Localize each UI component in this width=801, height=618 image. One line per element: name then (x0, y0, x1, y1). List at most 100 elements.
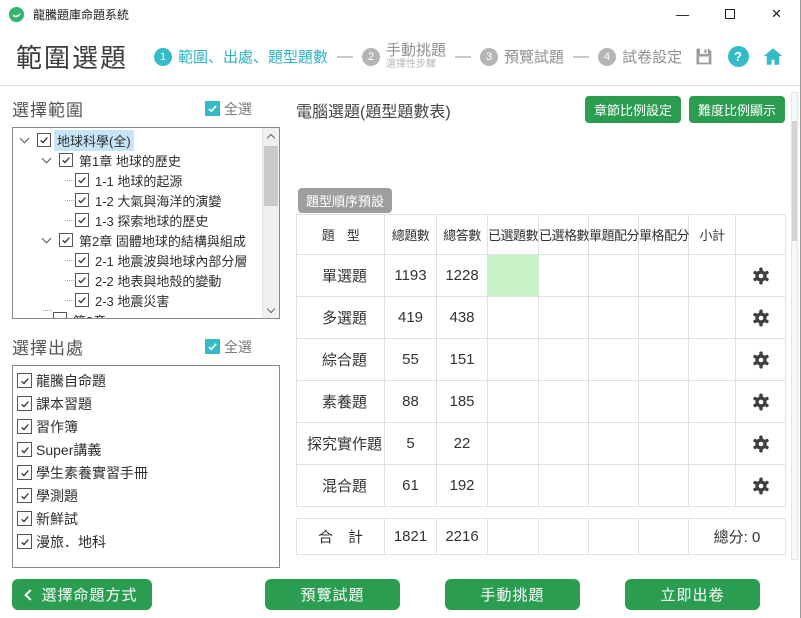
scroll-down-icon[interactable] (263, 302, 279, 318)
points-per-blank-cell[interactable] (639, 465, 689, 507)
minimize-button[interactable]: — (659, 0, 706, 28)
help-button[interactable]: ? (727, 46, 749, 68)
scope-select-all[interactable]: 全選 (205, 99, 252, 119)
tree-item-section[interactable]: 2-3 地震災害 (13, 290, 261, 310)
save-button[interactable] (692, 46, 714, 68)
tree-item-section[interactable]: 2-1 地震波與地球內部分層 (13, 250, 261, 270)
tree-item-chapter3-clipped[interactable]: 第3章 (13, 310, 261, 319)
points-per-question-cell[interactable] (589, 297, 639, 339)
step-1-number: 1 (154, 48, 172, 66)
tree-item-section[interactable]: 2-2 地表與地殼的變動 (13, 270, 261, 290)
row-settings-button[interactable] (736, 297, 786, 339)
tree-checkbox[interactable] (75, 273, 89, 287)
source-checkbox[interactable] (17, 419, 32, 434)
tree-checkbox[interactable] (53, 312, 67, 319)
tree-checkbox[interactable] (75, 253, 89, 267)
points-per-question-cell[interactable] (589, 339, 639, 381)
difficulty-ratio-button[interactable]: 難度比例顯示 (689, 96, 785, 123)
close-button[interactable]: × (753, 0, 800, 28)
selected-blanks-cell[interactable] (539, 297, 589, 339)
points-per-blank-cell[interactable] (639, 339, 689, 381)
selected-blanks-cell[interactable] (539, 339, 589, 381)
selected-blanks-cell[interactable] (539, 381, 589, 423)
row-settings-button[interactable] (736, 255, 786, 297)
row-settings-button[interactable] (736, 339, 786, 381)
tree-item-section[interactable]: 1-1 地球的起源 (13, 170, 261, 190)
selected-questions-cell[interactable] (488, 465, 539, 507)
tree-checkbox[interactable] (75, 193, 89, 207)
tree-item-chapter2[interactable]: 第2章 固體地球的結構與組成 (13, 230, 261, 250)
source-checkbox[interactable] (17, 442, 32, 457)
source-select-all[interactable]: 全選 (205, 337, 252, 357)
points-per-question-cell[interactable] (589, 423, 639, 465)
page-scrollbar[interactable] (791, 92, 798, 560)
source-item[interactable]: Super講義 (13, 438, 279, 461)
maximize-button[interactable] (706, 0, 753, 28)
points-per-blank-cell[interactable] (639, 255, 689, 297)
home-button[interactable] (762, 46, 784, 68)
source-item[interactable]: 龍騰自命題 (13, 369, 279, 392)
scope-select-all-checkbox[interactable] (205, 101, 220, 116)
generate-paper-button[interactable]: 立即出卷 (625, 579, 760, 610)
save-icon (693, 46, 714, 67)
source-item[interactable]: 課本習題 (13, 392, 279, 415)
source-item[interactable]: 學生素養實習手冊 (13, 461, 279, 484)
source-item[interactable]: 學測題 (13, 484, 279, 507)
selected-questions-cell[interactable] (488, 297, 539, 339)
source-checkbox[interactable] (17, 534, 32, 549)
step-1-scope[interactable]: 1 範圍、出處、題型題數 (154, 46, 328, 67)
selected-questions-cell[interactable] (488, 381, 539, 423)
scrollbar-thumb[interactable] (264, 146, 278, 206)
tree-checkbox[interactable] (37, 133, 51, 147)
tree-item-section[interactable]: 1-3 探索地球的歷史 (13, 210, 261, 230)
collapse-icon[interactable] (42, 234, 52, 244)
step-4-paper-settings[interactable]: 4 試卷設定 (598, 46, 682, 67)
row-settings-button[interactable] (736, 381, 786, 423)
tree-checkbox[interactable] (75, 213, 89, 227)
tree-checkbox[interactable] (75, 293, 89, 307)
manual-pick-button[interactable]: 手動挑題 (445, 579, 580, 610)
scrollbar-thumb[interactable] (792, 121, 797, 241)
step-3-preview[interactable]: 3 預覽試題 (480, 46, 564, 67)
selected-blanks-cell[interactable] (539, 423, 589, 465)
source-checkbox[interactable] (17, 465, 32, 480)
source-checkbox[interactable] (17, 488, 32, 503)
points-per-blank-cell[interactable] (639, 297, 689, 339)
row-settings-button[interactable] (736, 465, 786, 507)
points-per-question-cell[interactable] (589, 381, 639, 423)
source-select-all-checkbox[interactable] (205, 339, 220, 354)
row-settings-button[interactable] (736, 423, 786, 465)
selected-questions-cell[interactable] (488, 339, 539, 381)
collapse-icon[interactable] (42, 154, 52, 164)
points-per-question-cell[interactable] (589, 255, 639, 297)
tree-item-subject[interactable]: 地球科學(全) (13, 130, 261, 150)
selected-blanks-cell[interactable] (539, 465, 589, 507)
tree-checkbox[interactable] (75, 173, 89, 187)
back-to-method-button[interactable]: 選擇命題方式 (12, 579, 152, 610)
points-per-question-cell[interactable] (589, 465, 639, 507)
step-2-manual-pick[interactable]: 2 手動挑題 選擇性步驟 (362, 43, 446, 71)
collapse-icon[interactable] (20, 134, 30, 144)
source-checkbox[interactable] (17, 396, 32, 411)
subtotal-cell (689, 381, 736, 423)
tree-scrollbar[interactable] (262, 128, 279, 318)
maximize-icon (725, 9, 735, 19)
chapter-ratio-button[interactable]: 章節比例設定 (585, 96, 681, 123)
tree-item-section[interactable]: 1-2 大氣與海洋的演變 (13, 190, 261, 210)
source-item[interactable]: 漫旅．地科 (13, 530, 279, 553)
scroll-up-icon[interactable] (263, 128, 279, 144)
tree-checkbox[interactable] (59, 233, 73, 247)
selected-questions-cell[interactable] (488, 423, 539, 465)
preview-questions-button[interactable]: 預覽試題 (265, 579, 400, 610)
points-per-blank-cell[interactable] (639, 423, 689, 465)
points-per-blank-cell[interactable] (639, 381, 689, 423)
source-checkbox[interactable] (17, 373, 32, 388)
selected-blanks-cell[interactable] (539, 255, 589, 297)
tree-checkbox[interactable] (59, 153, 73, 167)
source-item[interactable]: 新鮮試 (13, 507, 279, 530)
source-checkbox[interactable] (17, 511, 32, 526)
tree-item-chapter1[interactable]: 第1章 地球的歷史 (13, 150, 261, 170)
selected-questions-cell[interactable] (488, 255, 539, 297)
source-item[interactable]: 習作簿 (13, 415, 279, 438)
gear-icon (751, 266, 771, 286)
